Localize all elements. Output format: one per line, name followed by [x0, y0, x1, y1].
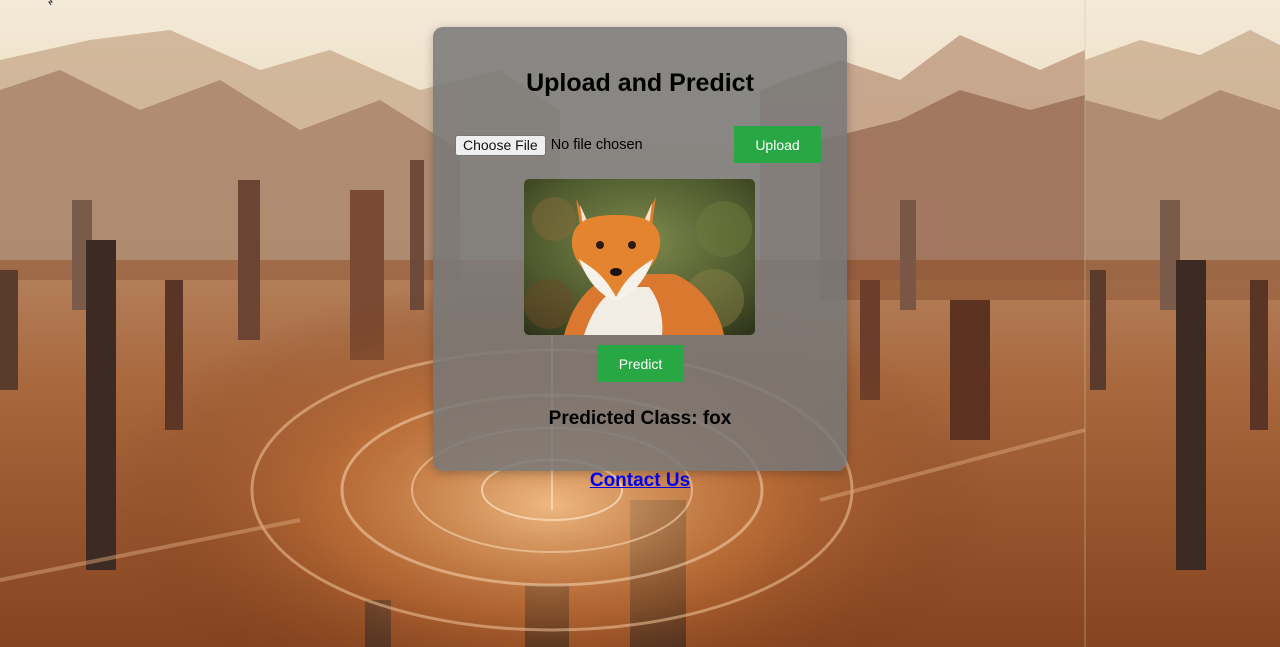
page-title: Upload and Predict: [526, 69, 754, 97]
predict-button[interactable]: Predict: [597, 345, 684, 382]
upload-predict-card: Upload and Predict Choose File No file c…: [433, 27, 847, 471]
choose-file-button[interactable]: Choose File: [455, 134, 546, 156]
file-input[interactable]: Choose File No file chosen: [455, 134, 643, 156]
uploaded-image-preview: [524, 179, 755, 335]
mouse-cursor-icon: [48, 0, 53, 6]
contact-us-link[interactable]: Contact Us: [0, 470, 1280, 492]
prediction-result: Predicted Class: fox: [548, 408, 732, 429]
file-status-text: No file chosen: [550, 137, 643, 153]
upload-button[interactable]: Upload: [734, 126, 821, 163]
fox-photo-icon: [524, 179, 755, 335]
